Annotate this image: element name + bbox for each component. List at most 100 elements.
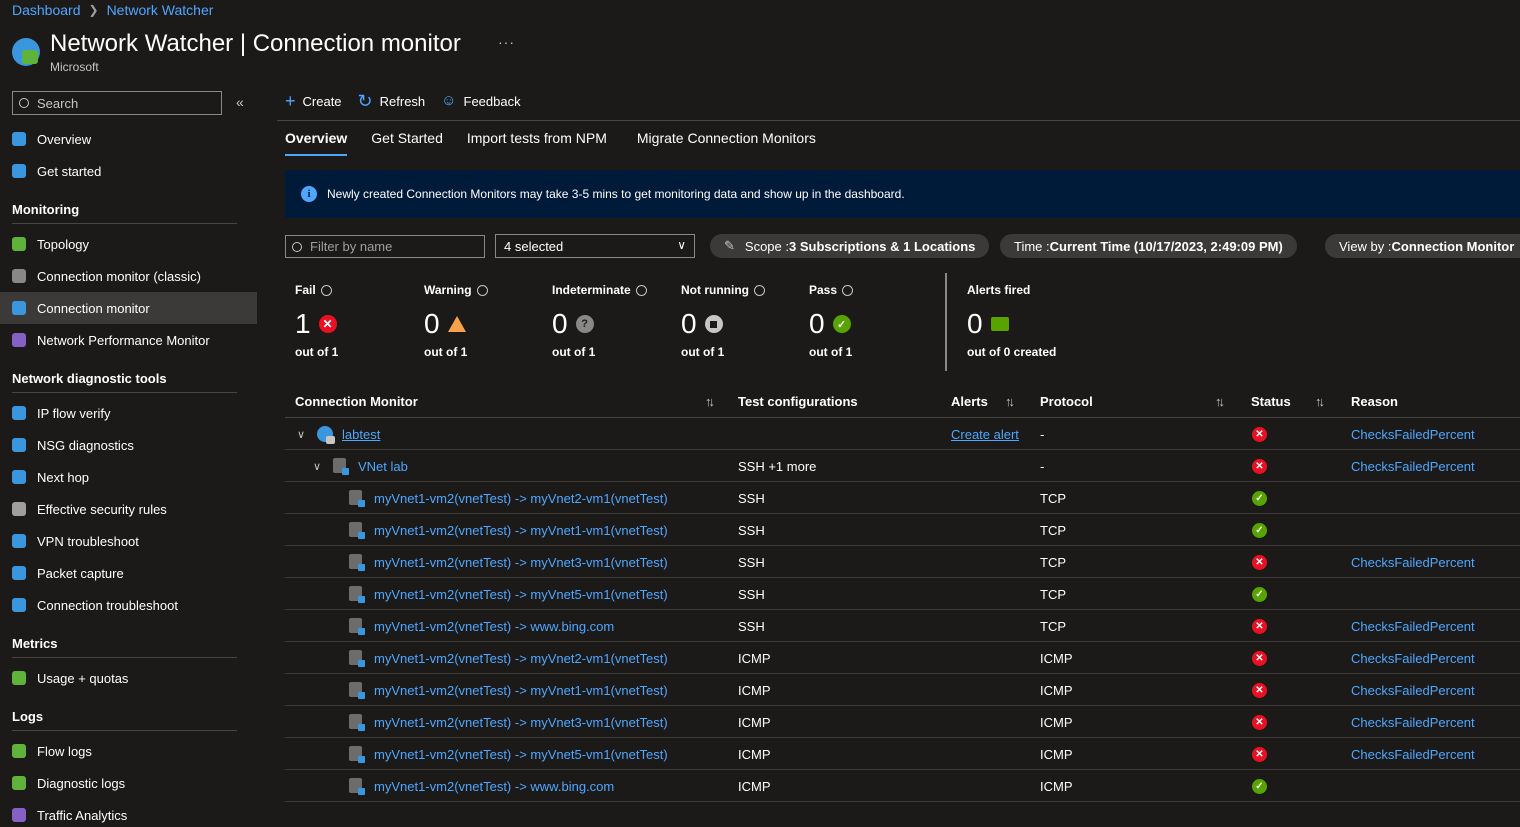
table-row[interactable]: myVnet1-vm2(vnetTest) -> myVnet5-vm1(vne… (285, 578, 1520, 610)
sidebar-item-diagnostic-logs[interactable]: Diagnostic logs (0, 767, 257, 799)
status-fail-icon: ✕ (1252, 425, 1267, 442)
tab-migrate[interactable]: Migrate Connection Monitors (637, 130, 816, 156)
sort-icon[interactable]: ↑↓ (1005, 394, 1015, 409)
sidebar-item-effective-security-rules[interactable]: Effective security rules (0, 493, 257, 525)
status-filter-dropdown[interactable]: 4 selected ∨ (495, 234, 695, 258)
table-row[interactable]: myVnet1-vm2(vnetTest) -> www.bing.com SSH… (285, 610, 1520, 642)
sidebar-item-connection-monitor-classic[interactable]: Connection monitor (classic) (0, 260, 257, 292)
connection-monitor-icon (317, 425, 341, 444)
test-reason-link[interactable]: ChecksFailedPercent (1351, 683, 1475, 698)
create-button[interactable]: + Create (285, 92, 342, 110)
sidebar-item-usage-quotas[interactable]: Usage + quotas (0, 662, 257, 694)
table-row-monitor[interactable]: ∨ labtest Create alert - ✕ ChecksFailedP… (285, 418, 1520, 450)
expand-chevron-icon[interactable]: ∨ (297, 426, 313, 441)
table-row-group[interactable]: ∨ VNet lab SSH +1 more - ✕ ChecksFailedP… (285, 450, 1520, 482)
table-row[interactable]: myVnet1-vm2(vnetTest) -> www.bing.com ICM… (285, 770, 1520, 802)
more-options-icon[interactable]: ··· (498, 34, 515, 50)
test-reason-link[interactable]: ChecksFailedPercent (1351, 555, 1475, 570)
info-icon[interactable] (635, 284, 647, 296)
sidebar-search-input[interactable]: Search (12, 91, 222, 115)
sidebar-item-connection-troubleshoot[interactable]: Connection troubleshoot (0, 589, 257, 621)
sidebar-item-ip-flow-verify[interactable]: IP flow verify (0, 397, 257, 429)
test-name-link[interactable]: myVnet1-vm2(vnetTest) -> myVnet3-vm1(vne… (374, 555, 668, 570)
test-name-link[interactable]: myVnet1-vm2(vnetTest) -> myVnet1-vm1(vne… (374, 683, 668, 698)
table-row[interactable]: myVnet1-vm2(vnetTest) -> myVnet2-vm1(vne… (285, 482, 1520, 514)
nsg-icon (12, 438, 26, 452)
test-reason-link[interactable]: ChecksFailedPercent (1351, 715, 1475, 730)
sidebar-item-overview[interactable]: Overview (0, 123, 257, 155)
sidebar-item-next-hop[interactable]: Next hop (0, 461, 257, 493)
header-reason[interactable]: Reason (1351, 394, 1398, 409)
sidebar-item-traffic-analytics[interactable]: Traffic Analytics (0, 799, 257, 827)
header-alerts[interactable]: Alerts (951, 394, 988, 409)
test-name-link[interactable]: myVnet1-vm2(vnetTest) -> myVnet5-vm1(vne… (374, 747, 668, 762)
test-name-link[interactable]: myVnet1-vm2(vnetTest) -> myVnet3-vm1(vne… (374, 715, 668, 730)
expand-chevron-icon[interactable]: ∨ (313, 458, 329, 473)
summary-card-pass[interactable]: Pass 0 ✓ out of 1 (809, 283, 929, 359)
sort-icon[interactable]: ↑↓ (1215, 394, 1225, 409)
topology-icon (12, 237, 26, 251)
sidebar-item-topology[interactable]: Topology (0, 228, 257, 260)
breadcrumb-network-watcher[interactable]: Network Watcher (107, 2, 214, 18)
summary-card-fail[interactable]: Fail 1 ✕ out of 1 (295, 283, 415, 359)
test-reason-link[interactable]: ChecksFailedPercent (1351, 619, 1475, 634)
group-name-link[interactable]: VNet lab (358, 459, 408, 474)
table-row[interactable]: myVnet1-vm2(vnetTest) -> myVnet1-vm1(vne… (285, 514, 1520, 546)
test-name-link[interactable]: myVnet1-vm2(vnetTest) -> myVnet2-vm1(vne… (374, 651, 668, 666)
filter-by-name-input[interactable]: Filter by name (285, 235, 485, 258)
sidebar-item-packet-capture[interactable]: Packet capture (0, 557, 257, 589)
test-name-link[interactable]: myVnet1-vm2(vnetTest) -> www.bing.com (374, 779, 614, 794)
test-name-link[interactable]: myVnet1-vm2(vnetTest) -> myVnet1-vm1(vne… (374, 523, 668, 538)
info-icon[interactable] (320, 284, 332, 296)
view-by-pill[interactable]: View by : Connection Monitor (1325, 234, 1520, 258)
test-name-link[interactable]: myVnet1-vm2(vnetTest) -> myVnet5-vm1(vne… (374, 587, 668, 602)
scope-pill[interactable]: ✎ Scope : 3 Subscriptions & 1 Locations (710, 234, 990, 258)
summary-card-warning[interactable]: Warning 0 out of 1 (424, 283, 544, 359)
table-row[interactable]: myVnet1-vm2(vnetTest) -> myVnet5-vm1(vne… (285, 738, 1520, 770)
summary-card-label: Pass (809, 283, 929, 297)
feedback-button[interactable]: ☺ Feedback (441, 92, 520, 110)
info-icon[interactable] (476, 284, 488, 296)
tab-overview[interactable]: Overview (285, 130, 348, 156)
monitor-reason-link[interactable]: ChecksFailedPercent (1351, 427, 1475, 442)
test-reason-link[interactable]: ChecksFailedPercent (1351, 747, 1475, 762)
collapse-sidebar-icon[interactable]: « (236, 94, 244, 110)
sidebar-item-vpn-troubleshoot[interactable]: VPN troubleshoot (0, 525, 257, 557)
sidebar-item-flow-logs[interactable]: Flow logs (0, 735, 257, 767)
header-protocol[interactable]: Protocol (1040, 394, 1093, 409)
test-vm-icon (349, 681, 374, 700)
create-alert-link[interactable]: Create alert (951, 427, 1019, 442)
monitor-name-link[interactable]: labtest (342, 427, 380, 442)
table-row[interactable]: myVnet1-vm2(vnetTest) -> myVnet3-vm1(vne… (285, 706, 1520, 738)
info-icon[interactable] (753, 284, 765, 296)
info-icon[interactable] (842, 284, 854, 296)
table-row[interactable]: myVnet1-vm2(vnetTest) -> myVnet2-vm1(vne… (285, 642, 1520, 674)
sidebar-item-network-performance-monitor[interactable]: Network Performance Monitor (0, 324, 257, 356)
tab-get-started[interactable]: Get Started (371, 130, 443, 156)
group-reason-link[interactable]: ChecksFailedPercent (1351, 459, 1475, 474)
summary-count-row: 0 ✓ (809, 307, 929, 341)
header-test-configurations[interactable]: Test configurations (738, 394, 858, 409)
time-pill[interactable]: Time : Current Time (10/17/2023, 2:49:09… (1000, 234, 1297, 258)
page-title-main: Network Watcher (50, 30, 234, 57)
table-row[interactable]: myVnet1-vm2(vnetTest) -> myVnet3-vm1(vne… (285, 546, 1520, 578)
sidebar-item-connection-monitor[interactable]: Connection monitor (0, 292, 257, 324)
sidebar-item-get-started[interactable]: Get started (0, 155, 257, 187)
sort-icon[interactable]: ↑↓ (1315, 394, 1325, 409)
troubleshoot-icon (12, 598, 26, 612)
sort-icon[interactable]: ↑↓ (705, 394, 715, 409)
header-connection-monitor[interactable]: Connection Monitor (295, 394, 418, 409)
summary-card-not-running[interactable]: Not running 0 out of 1 (681, 283, 801, 359)
refresh-button[interactable]: ↻ Refresh (358, 92, 426, 110)
summary-card-indeterminate[interactable]: Indeterminate 0? out of 1 (552, 283, 672, 359)
test-name-link[interactable]: myVnet1-vm2(vnetTest) -> www.bing.com (374, 619, 614, 634)
sidebar-item-nsg-diagnostics[interactable]: NSG diagnostics (0, 429, 257, 461)
tab-import-tests[interactable]: Import tests from NPM (467, 130, 607, 156)
test-name-link[interactable]: myVnet1-vm2(vnetTest) -> myVnet2-vm1(vne… (374, 491, 668, 506)
breadcrumb-dashboard[interactable]: Dashboard (12, 2, 81, 18)
test-reason-link[interactable]: ChecksFailedPercent (1351, 651, 1475, 666)
alerts-fired-card[interactable]: Alerts fired 0 out of 0 created (967, 283, 1107, 359)
table-row[interactable]: myVnet1-vm2(vnetTest) -> myVnet1-vm1(vne… (285, 674, 1520, 706)
header-status[interactable]: Status (1251, 394, 1291, 409)
packet-capture-icon (12, 566, 26, 580)
